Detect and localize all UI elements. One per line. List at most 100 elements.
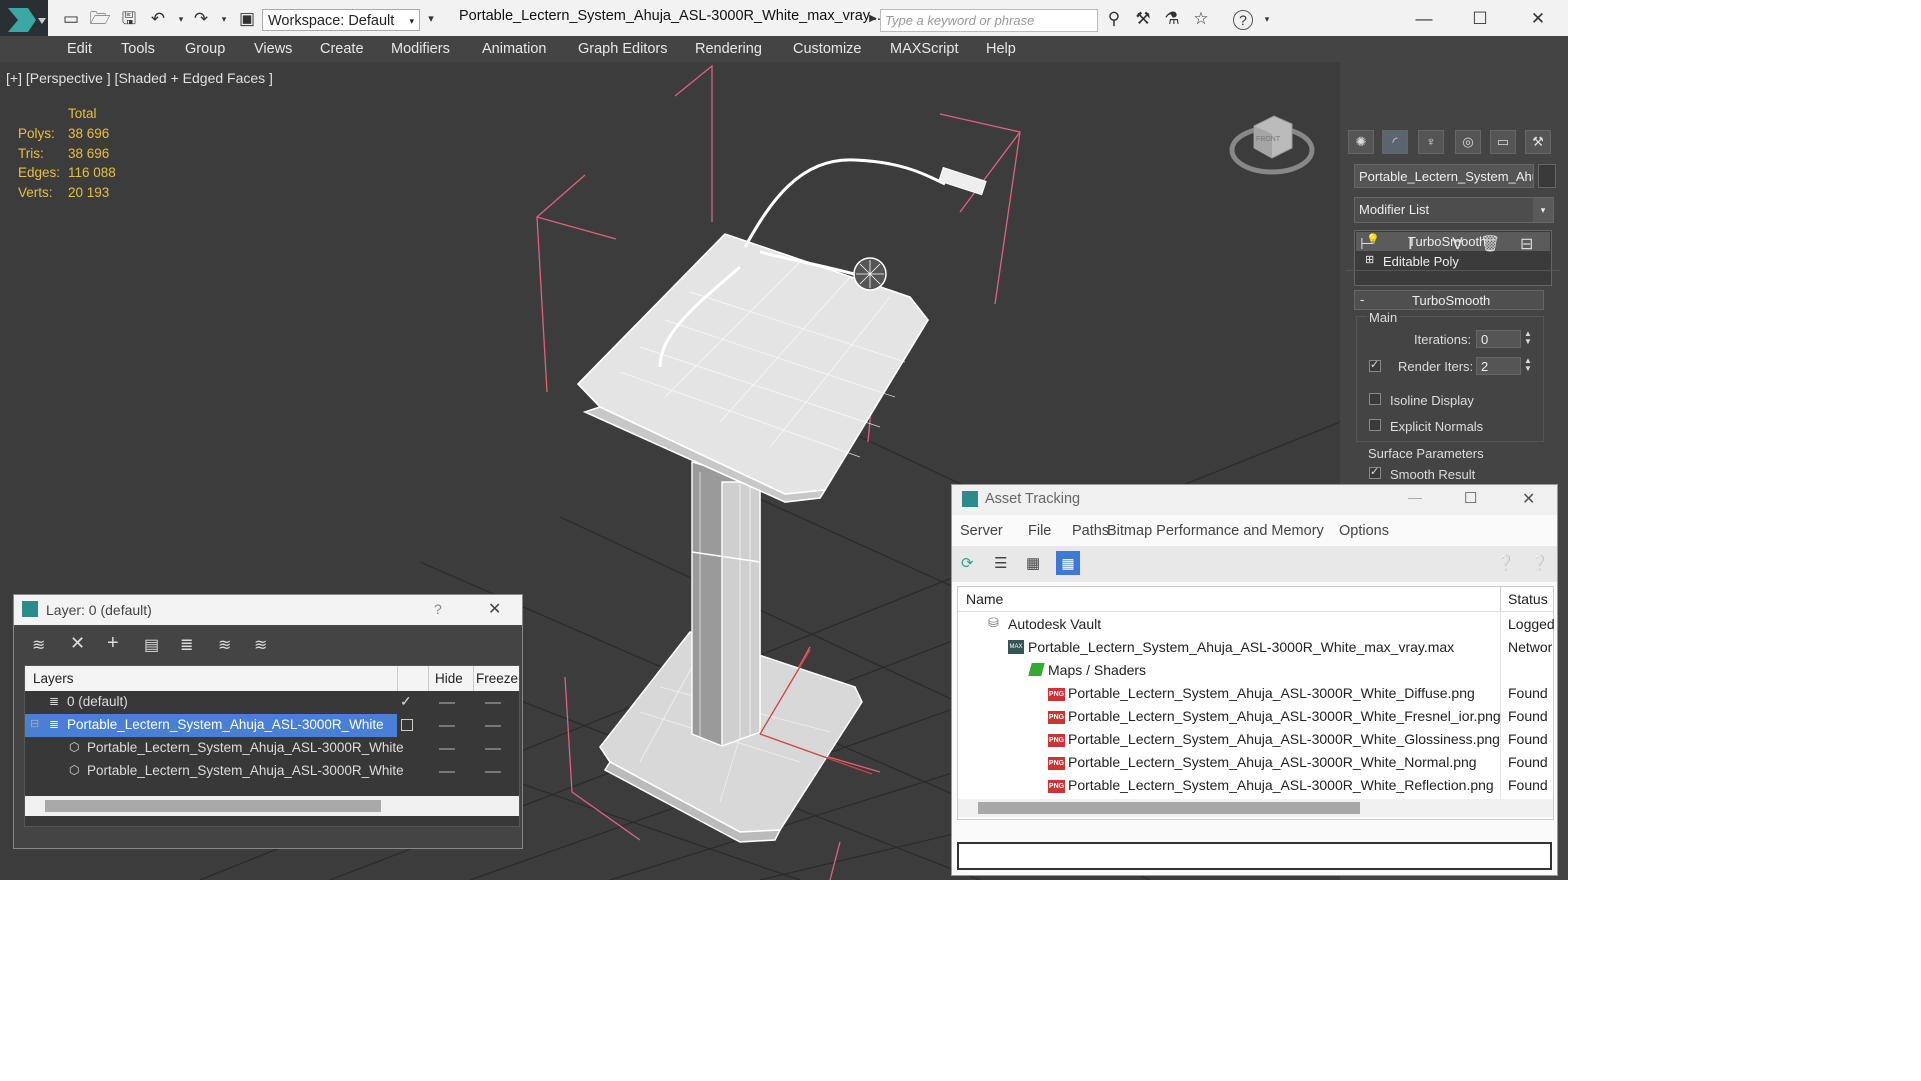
set-current-layer-icon[interactable]: ≋ [218,635,231,655]
minimize-icon[interactable]: — [1413,8,1435,30]
asset-menu-options[interactable]: Options [1339,523,1389,539]
asset-menu-paths[interactable]: Paths [1072,523,1109,539]
delete-layer-icon[interactable]: ✕ [70,633,85,654]
render-iters-checkbox[interactable]: ✓ [1369,359,1381,372]
close-icon[interactable]: ✕ [1527,8,1549,30]
modify-tab-icon[interactable]: ◜ [1382,130,1408,154]
layer-row-lectern[interactable]: ⊟ ≣ Portable_Lectern_System_Ahuja_ASL-30… [25,714,519,737]
asset-row-map[interactable]: PNG Portable_Lectern_System_Ahuja_ASL-300… [958,751,1553,774]
layer-row-object[interactable]: ⬡ Portable_Lectern_System_Ahuja_ASL-3000… [25,760,519,783]
refresh-icon[interactable]: ⟳ [961,554,974,572]
path-status-field[interactable] [957,842,1552,870]
asset-row-maps[interactable]: Maps / Shaders [958,659,1553,682]
display-tab-icon[interactable]: ▭ [1490,130,1516,154]
menu-tools[interactable]: Tools [121,41,155,57]
horizontal-scrollbar[interactable] [958,799,1553,817]
viewport-label[interactable]: [+] [Perspective ] [Shaded + Edged Faces… [6,70,273,86]
make-unique-icon[interactable]: ∀ [1452,234,1463,254]
redo-dropdown-icon[interactable]: ▾ [213,8,235,30]
col-name[interactable]: Name [966,591,1003,607]
asset-window-titlebar[interactable]: Asset Tracking — ☐ ✕ [952,485,1557,515]
favorites-star-icon[interactable]: ☆ [1190,8,1212,30]
menu-edit[interactable]: Edit [67,41,92,57]
asset-menu-bitmap-performance[interactable]: Bitmap Performance and Memory [1107,523,1324,539]
show-end-result-icon[interactable]: Ⅰ [1408,234,1413,254]
smooth-result-checkbox[interactable]: ✓ [1369,466,1381,479]
asset-row-map[interactable]: PNG Portable_Lectern_System_Ahuja_ASL-300… [958,774,1553,797]
highlight-selected-icon[interactable]: ≣ [180,635,193,655]
utilities-tab-icon[interactable]: ⚒ [1525,130,1551,154]
signin-icon[interactable]: ⚗ [1161,8,1183,30]
layer-window-titlebar[interactable]: Layer: 0 (default) ? ✕ [14,595,522,625]
set-current-box[interactable] [401,719,413,731]
menu-create[interactable]: Create [320,41,364,57]
col-freeze[interactable]: Freeze [476,671,518,686]
select-objects-icon[interactable]: ▤ [144,635,159,655]
workspace-menu-icon[interactable]: ▾ [420,8,442,30]
hide-toggle[interactable] [439,748,455,750]
asset-menu-file[interactable]: File [1028,523,1051,539]
create-tab-icon[interactable]: ✺ [1348,130,1374,154]
open-file-icon[interactable]: 🗁 [89,8,111,30]
menu-group[interactable]: Group [185,41,225,57]
hide-toggle[interactable] [439,771,455,773]
maximize-icon[interactable]: ☐ [1469,8,1491,30]
layer-row-object[interactable]: ⬡ Portable_Lectern_System_Ahuja_ASL-3000… [25,737,519,760]
menu-maxscript[interactable]: MAXScript [890,41,959,57]
current-layer-check[interactable]: ✓ [400,693,412,710]
help-icon[interactable]: ❔ [1496,554,1515,572]
iterations-spinner[interactable]: 0 [1476,330,1521,348]
binoculars-icon[interactable]: ⚲ [1103,8,1125,30]
stack-item-editable-poly[interactable]: ⊞ Editable Poly [1356,252,1550,271]
remove-modifier-icon[interactable]: 🗑 [1480,234,1500,254]
workspace-dropdown[interactable]: Workspace: Default ▾ [262,9,420,31]
create-layer-icon[interactable]: ≋ [32,635,45,655]
freeze-toggle[interactable] [485,702,501,704]
menu-views[interactable]: Views [254,41,292,57]
layer-properties-icon[interactable]: ≋ [254,635,267,655]
motion-tab-icon[interactable]: ◎ [1455,130,1481,154]
layer-row-default[interactable]: ≣ 0 (default) ✓ [25,691,519,714]
asset-row-max-file[interactable]: MAX Portable_Lectern_System_Ahuja_ASL-30… [958,636,1553,659]
configure-sets-icon[interactable]: ⊟ [1520,234,1533,254]
freeze-toggle[interactable] [485,748,501,750]
pin-stack-icon[interactable]: ⊢ [1360,234,1374,254]
menu-modifiers[interactable]: Modifiers [391,41,450,57]
col-hide[interactable]: Hide [435,671,463,686]
col-layers[interactable]: Layers [33,671,74,686]
maximize-icon[interactable]: ☐ [1464,489,1477,507]
app-logo-icon[interactable] [0,0,48,40]
close-icon[interactable]: ✕ [488,599,501,619]
menu-rendering[interactable]: Rendering [695,41,762,57]
menu-animation[interactable]: Animation [482,41,546,57]
table-view-icon[interactable]: ▦ [1056,551,1080,575]
new-file-icon[interactable]: ▭ [60,8,82,30]
help-dropdown-icon[interactable]: ▾ [1256,8,1278,30]
menu-help[interactable]: Help [986,41,1016,57]
search-input[interactable]: Type a keyword or phrase [880,9,1098,32]
viewcube[interactable]: FRONT [1228,100,1316,180]
help-icon[interactable]: ? [434,601,442,617]
hierarchy-tab-icon[interactable]: ♆ [1418,130,1444,154]
asset-row-map[interactable]: PNG Portable_Lectern_System_Ahuja_ASL-300… [958,705,1553,728]
minimize-icon[interactable]: — [1408,489,1422,505]
asset-menu-server[interactable]: Server [960,523,1003,539]
list-view-icon[interactable]: ☰ [994,554,1007,572]
explicit-normals-checkbox[interactable] [1369,419,1381,431]
settings-help-icon[interactable]: ❔ [1530,554,1549,572]
asset-row-map[interactable]: PNG Portable_Lectern_System_Ahuja_ASL-300… [958,682,1553,705]
hide-toggle[interactable] [439,702,455,704]
freeze-toggle[interactable] [485,725,501,727]
add-to-layer-icon[interactable]: + [107,632,119,655]
menu-graph-editors[interactable]: Graph Editors [578,41,667,57]
spinner-arrows-icon[interactable]: ▲ ▼ [1524,330,1532,346]
close-icon[interactable]: ✕ [1522,489,1535,509]
expand-plus-icon[interactable]: ⊞ [1365,253,1374,266]
asset-row-map[interactable]: PNG Portable_Lectern_System_Ahuja_ASL-300… [958,728,1553,751]
col-status[interactable]: Status [1508,591,1548,607]
project-folder-icon[interactable]: ▣ [236,8,258,30]
redo-icon[interactable]: ↷ [190,8,212,30]
render-iters-spinner[interactable]: 2 [1476,357,1521,375]
undo-icon[interactable]: ↶ [147,8,169,30]
thumbnail-view-icon[interactable]: ▦ [1026,554,1040,572]
